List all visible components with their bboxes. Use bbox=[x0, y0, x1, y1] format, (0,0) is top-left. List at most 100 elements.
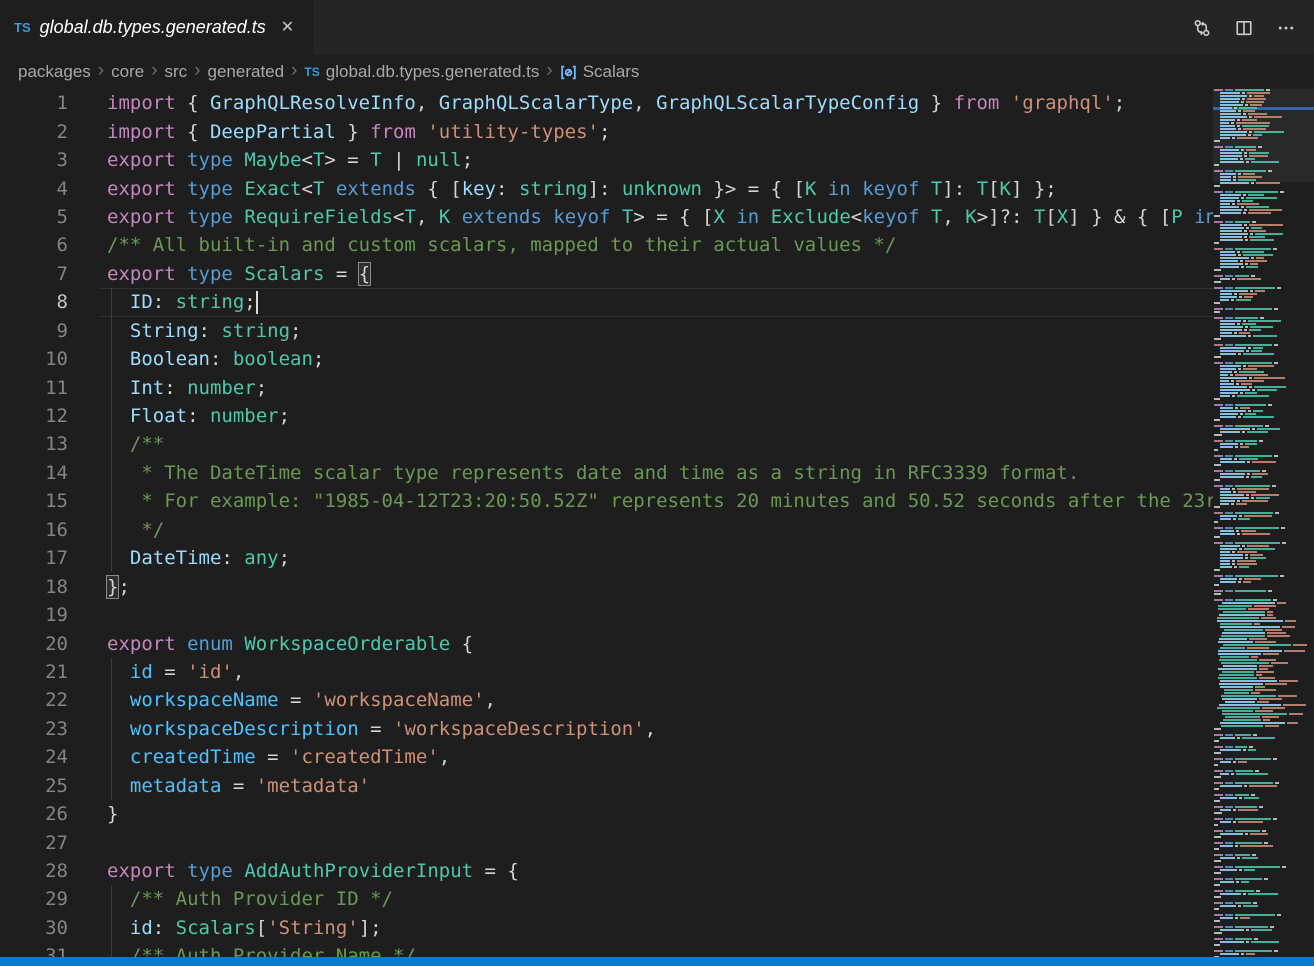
code-line-9[interactable]: 9 String: string; bbox=[0, 317, 1213, 345]
split-editor-button[interactable] bbox=[1228, 12, 1260, 44]
minimap-line bbox=[1213, 809, 1314, 811]
close-tab-icon[interactable]: ✕ bbox=[281, 20, 294, 36]
tab-bar: TS global.db.types.generated.ts ✕ bbox=[0, 0, 1314, 55]
minimap-line bbox=[1213, 665, 1314, 667]
code-lines[interactable]: 1import { GraphQLResolveInfo, GraphQLSca… bbox=[0, 89, 1213, 957]
minimap-line bbox=[1213, 893, 1314, 895]
minimap-line bbox=[1213, 404, 1314, 406]
code-line-2[interactable]: 2import { DeepPartial } from 'utility-ty… bbox=[0, 117, 1213, 145]
minimap-line bbox=[1213, 668, 1314, 670]
code-line-20[interactable]: 20export enum WorkspaceOrderable { bbox=[0, 629, 1213, 657]
minimap-line bbox=[1213, 581, 1314, 583]
minimap-line bbox=[1213, 629, 1314, 631]
line-number: 11 bbox=[0, 377, 68, 399]
minimap-line bbox=[1213, 104, 1314, 106]
minimap-line bbox=[1213, 701, 1314, 703]
breadcrumb-item-global-db-types-generated-ts[interactable]: TSglobal.db.types.generated.ts bbox=[304, 62, 539, 82]
open-changes-button[interactable] bbox=[1186, 12, 1218, 44]
line-text: /** Auth Provider Name */ bbox=[68, 945, 416, 957]
breadcrumb-item-packages[interactable]: packages bbox=[18, 62, 91, 82]
minimap-line bbox=[1213, 296, 1314, 298]
code-line-4[interactable]: 4export type Exact<T extends { [key: str… bbox=[0, 174, 1213, 202]
code-line-27[interactable]: 27 bbox=[0, 828, 1213, 856]
line-text: workspaceDescription = 'workspaceDescrip… bbox=[68, 718, 656, 740]
editor[interactable]: 1import { GraphQLResolveInfo, GraphQLSca… bbox=[0, 89, 1314, 957]
code-line-17[interactable]: 17 DateTime: any; bbox=[0, 544, 1213, 572]
minimap-line bbox=[1213, 725, 1314, 727]
code-line-23[interactable]: 23 workspaceDescription = 'workspaceDesc… bbox=[0, 715, 1213, 743]
code-line-22[interactable]: 22 workspaceName = 'workspaceName', bbox=[0, 686, 1213, 714]
code-line-25[interactable]: 25 metadata = 'metadata' bbox=[0, 772, 1213, 800]
code-line-12[interactable]: 12 Float: number; bbox=[0, 402, 1213, 430]
minimap-line bbox=[1213, 647, 1314, 649]
minimap-line bbox=[1213, 698, 1314, 700]
minimap-line bbox=[1213, 626, 1314, 628]
minimap-line bbox=[1213, 215, 1314, 217]
minimap-line bbox=[1213, 635, 1314, 637]
minimap-line bbox=[1213, 884, 1314, 886]
line-number: 18 bbox=[0, 576, 68, 598]
tab-global-db-types-generated[interactable]: TS global.db.types.generated.ts ✕ bbox=[0, 0, 313, 55]
minimap-line bbox=[1213, 734, 1314, 736]
breadcrumb-item-src[interactable]: src bbox=[165, 62, 188, 82]
code-line-8[interactable]: 8 ID: string; bbox=[0, 288, 1213, 316]
breadcrumb-item-scalars[interactable]: Scalars bbox=[560, 62, 640, 82]
line-number: 29 bbox=[0, 888, 68, 910]
minimap-line bbox=[1213, 323, 1314, 325]
code-line-24[interactable]: 24 createdTime = 'createdTime', bbox=[0, 743, 1213, 771]
indent-guide bbox=[111, 487, 112, 515]
minimap[interactable] bbox=[1213, 89, 1314, 957]
minimap-line bbox=[1213, 443, 1314, 445]
code-line-30[interactable]: 30 id: Scalars['String']; bbox=[0, 914, 1213, 942]
code-line-3[interactable]: 3export type Maybe<T> = T | null; bbox=[0, 146, 1213, 174]
minimap-line bbox=[1213, 842, 1314, 844]
minimap-line bbox=[1213, 344, 1314, 346]
minimap-line bbox=[1213, 116, 1314, 118]
minimap-line bbox=[1213, 674, 1314, 676]
minimap-line bbox=[1213, 578, 1314, 580]
code-line-5[interactable]: 5export type RequireFields<T, K extends … bbox=[0, 203, 1213, 231]
minimap-line bbox=[1213, 728, 1314, 730]
code-line-21[interactable]: 21 id = 'id', bbox=[0, 658, 1213, 686]
code-line-19[interactable]: 19 bbox=[0, 601, 1213, 629]
line-text: Float: number; bbox=[68, 405, 290, 427]
minimap-line bbox=[1213, 407, 1314, 409]
minimap-line bbox=[1213, 476, 1314, 478]
minimap-line bbox=[1213, 347, 1314, 349]
minimap-line bbox=[1213, 209, 1314, 211]
editor-actions bbox=[1186, 0, 1314, 55]
minimap-line bbox=[1213, 575, 1314, 577]
minimap-line bbox=[1213, 248, 1314, 250]
breadcrumb-item-generated[interactable]: generated bbox=[208, 62, 285, 82]
code-line-6[interactable]: 6/** All built-in and custom scalars, ma… bbox=[0, 231, 1213, 259]
line-number: 26 bbox=[0, 803, 68, 825]
code-line-18[interactable]: 18}; bbox=[0, 572, 1213, 600]
code-line-11[interactable]: 11 Int: number; bbox=[0, 373, 1213, 401]
minimap-line bbox=[1213, 752, 1314, 754]
code-line-29[interactable]: 29 /** Auth Provider ID */ bbox=[0, 885, 1213, 913]
code-line-7[interactable]: 7export type Scalars = { bbox=[0, 260, 1213, 288]
code-line-31[interactable]: 31 /** Auth Provider Name */ bbox=[0, 942, 1213, 957]
code-line-15[interactable]: 15 * For example: "1985-04-12T23:20:50.5… bbox=[0, 487, 1213, 515]
minimap-line bbox=[1213, 932, 1314, 934]
code-line-14[interactable]: 14 * The DateTime scalar type represents… bbox=[0, 459, 1213, 487]
line-text: /** bbox=[68, 433, 164, 455]
minimap-line bbox=[1213, 599, 1314, 601]
code-line-16[interactable]: 16 */ bbox=[0, 516, 1213, 544]
minimap-line bbox=[1213, 857, 1314, 859]
code-line-13[interactable]: 13 /** bbox=[0, 430, 1213, 458]
line-number: 6 bbox=[0, 234, 68, 256]
code-line-28[interactable]: 28export type AddAuthProviderInput = { bbox=[0, 857, 1213, 885]
minimap-line bbox=[1213, 158, 1314, 160]
minimap-line bbox=[1213, 365, 1314, 367]
indent-guide bbox=[111, 459, 112, 487]
more-actions-button[interactable] bbox=[1270, 12, 1302, 44]
code-line-1[interactable]: 1import { GraphQLResolveInfo, GraphQLSca… bbox=[0, 89, 1213, 117]
minimap-line bbox=[1213, 221, 1314, 223]
code-line-26[interactable]: 26} bbox=[0, 800, 1213, 828]
line-number: 20 bbox=[0, 633, 68, 655]
minimap-line bbox=[1213, 230, 1314, 232]
code-line-10[interactable]: 10 Boolean: boolean; bbox=[0, 345, 1213, 373]
breadcrumb-item-core[interactable]: core bbox=[111, 62, 144, 82]
minimap-line bbox=[1213, 641, 1314, 643]
